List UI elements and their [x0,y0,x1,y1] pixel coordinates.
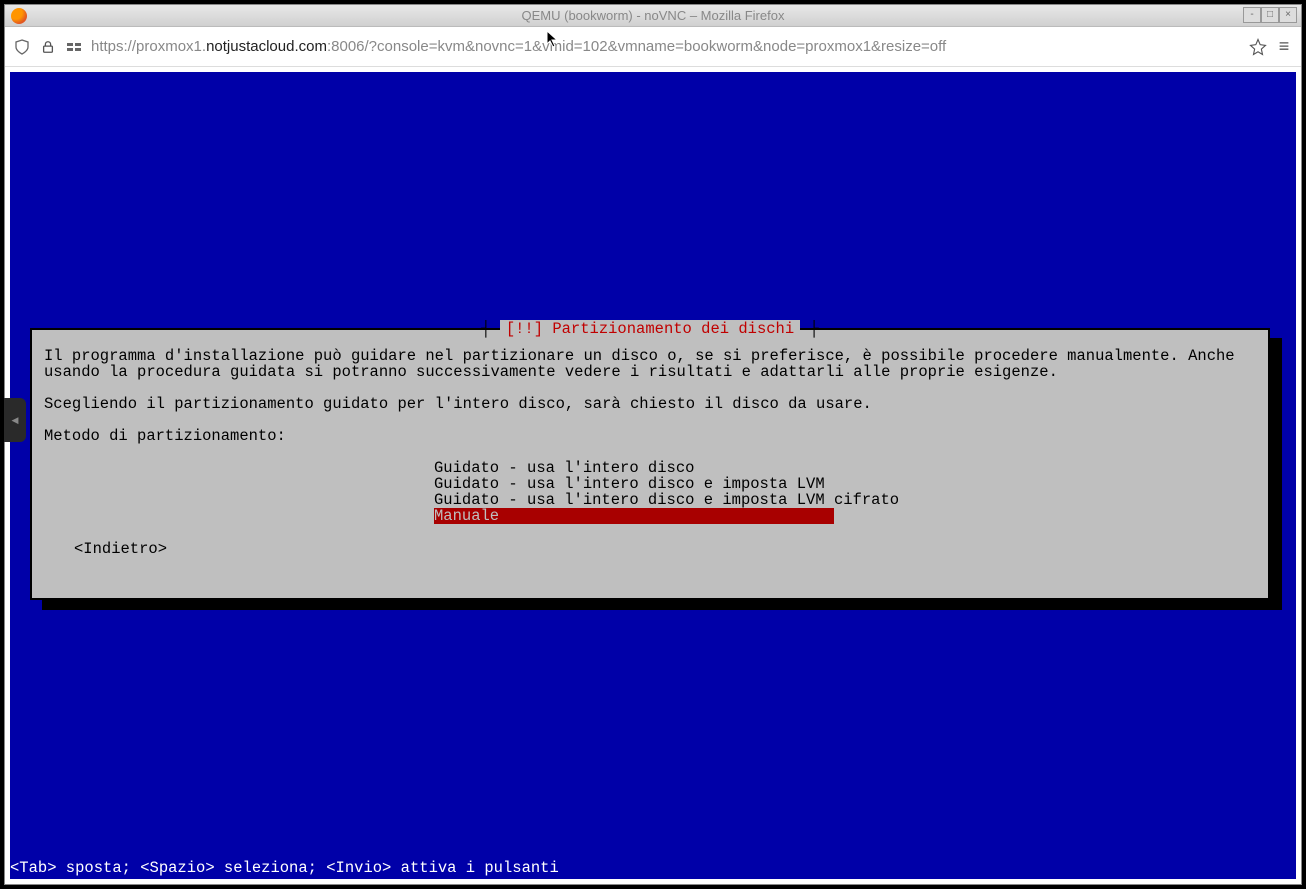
installer-footer: <Tab> sposta; <Spazio> seleziona; <Invio… [10,859,559,877]
novnc-side-tab[interactable] [4,398,26,442]
menu-item-guided-lvm-encrypted[interactable]: Guidato - usa l'intero disco e imposta L… [434,492,834,508]
dialog-decor-left: ┤ [481,320,500,338]
dialog-decor-right: ├ [800,320,819,338]
minimize-button[interactable]: - [1243,7,1261,23]
url-input[interactable]: https://proxmox1.notjustacloud.com:8006/… [91,38,1241,55]
window-controls: - □ × [1243,7,1297,23]
dialog-title: [!!] Partizionamento dei dischi [500,320,800,338]
shield-icon[interactable] [13,38,31,56]
dialog-prompt: Metodo di partizionamento: [44,428,1256,444]
url-suffix: :8006/?console=kvm&novnc=1&vmid=102&vmna… [327,38,946,55]
lock-icon[interactable] [39,38,57,56]
back-button[interactable]: <Indietro> [74,540,1256,558]
browser-window: QEMU (bookworm) - noVNC – Mozilla Firefo… [4,4,1302,885]
partition-method-menu: Guidato - usa l'intero disco Guidato - u… [434,460,1256,524]
dialog-paragraph-2: Scegliendo il partizionamento guidato pe… [44,396,1256,412]
vnc-console[interactable]: ┤ [!!] Partizionamento dei dischi ├ Il p… [10,72,1296,879]
window-titlebar: QEMU (bookworm) - noVNC – Mozilla Firefo… [5,5,1301,27]
hamburger-menu-icon[interactable]: ≡ [1275,38,1293,56]
mouse-cursor-icon [546,30,560,48]
bookmark-star-icon[interactable] [1249,38,1267,56]
address-bar: https://proxmox1.notjustacloud.com:8006/… [5,27,1301,67]
menu-item-guided-whole-disk[interactable]: Guidato - usa l'intero disco [434,460,834,476]
firefox-icon [11,8,27,24]
maximize-button[interactable]: □ [1261,7,1279,23]
close-button[interactable]: × [1279,7,1297,23]
url-prefix: https://proxmox1. [91,38,206,55]
url-domain: notjustacloud.com [206,38,327,55]
window-title: QEMU (bookworm) - noVNC – Mozilla Firefo… [5,8,1301,23]
partitioning-dialog: ┤ [!!] Partizionamento dei dischi ├ Il p… [30,328,1270,600]
permissions-icon[interactable] [65,38,83,56]
menu-item-guided-lvm[interactable]: Guidato - usa l'intero disco e imposta L… [434,476,834,492]
dialog-paragraph-1: Il programma d'installazione può guidare… [44,348,1256,380]
menu-item-manual[interactable]: Manuale [434,508,834,524]
